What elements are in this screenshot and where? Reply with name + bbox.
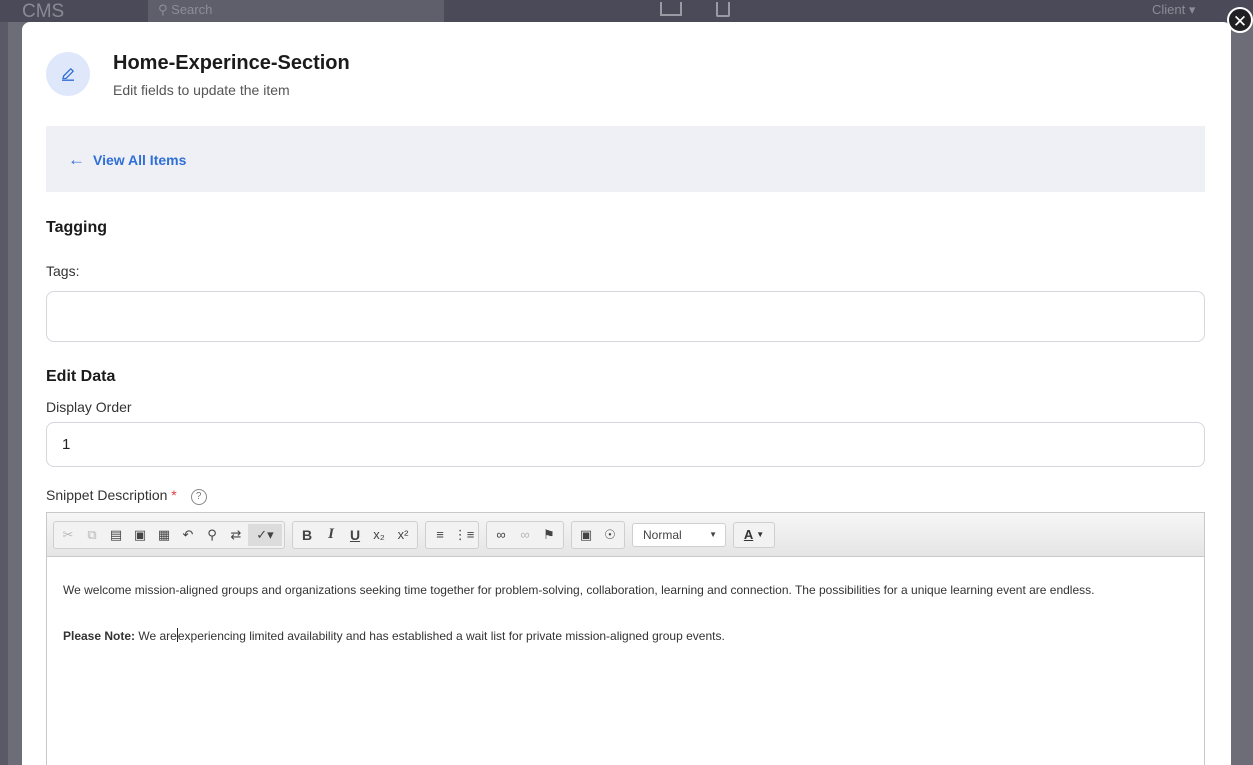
arrow-left-icon: ← bbox=[68, 150, 85, 169]
modal-subtitle: Edit fields to update the item bbox=[113, 82, 290, 98]
bulleted-list-icon[interactable]: ⋮≡ bbox=[452, 524, 476, 546]
back-nav-bar: ← View All Items bbox=[46, 126, 1205, 192]
background-search-placeholder: Search bbox=[171, 2, 213, 17]
mobile-icon bbox=[716, 2, 730, 17]
spellcheck-icon[interactable]: ✓▾ bbox=[248, 523, 282, 546]
replace-icon[interactable]: ⇄ bbox=[224, 524, 248, 546]
help-icon[interactable]: ? bbox=[190, 489, 207, 505]
find-icon[interactable]: ⚲ bbox=[200, 524, 224, 546]
editor-toolbar: ✂ ⧉ ▤ ▣ ▦ ↶ ⚲ ⇄ ✓▾ B I U x₂ x² ≡ ⋮≡ ∞ ∞ … bbox=[47, 513, 1204, 557]
edit-pencil-icon bbox=[46, 52, 90, 96]
toolbar-group-clipboard: ✂ ⧉ ▤ ▣ ▦ ↶ ⚲ ⇄ ✓▾ bbox=[53, 520, 285, 549]
tags-label: Tags: bbox=[46, 263, 80, 279]
superscript-icon[interactable]: x² bbox=[391, 524, 415, 546]
chevron-down-icon: ▼ bbox=[756, 530, 765, 539]
numbered-list-icon[interactable]: ≡ bbox=[428, 524, 452, 546]
paste-word-icon[interactable]: ▦ bbox=[152, 524, 176, 546]
link-icon[interactable]: ∞ bbox=[489, 524, 513, 546]
toolbar-group-insert: ▣ ☉ bbox=[571, 520, 625, 549]
edit-data-heading: Edit Data bbox=[46, 368, 116, 385]
note-text-start: We are bbox=[138, 629, 177, 643]
editor-content[interactable]: We welcome mission-aligned groups and or… bbox=[47, 557, 1204, 646]
display-order-label: Display Order bbox=[46, 399, 132, 415]
undo-icon[interactable]: ↶ bbox=[176, 524, 200, 546]
image-icon[interactable]: ▣ bbox=[574, 524, 598, 546]
edit-item-modal: Home-Experince-Section Edit fields to up… bbox=[22, 22, 1231, 765]
note-text-end: experiencing limited availability and ha… bbox=[177, 629, 725, 643]
format-select-value: Normal bbox=[643, 527, 682, 542]
note-label: Please Note: bbox=[63, 629, 136, 643]
format-select[interactable]: Normal ▼ bbox=[632, 522, 726, 547]
tags-input[interactable] bbox=[46, 291, 1205, 342]
copy-icon[interactable]: ⧉ bbox=[80, 524, 104, 546]
paste-text-icon[interactable]: ▣ bbox=[128, 524, 152, 546]
background-logo: CMS bbox=[22, 1, 65, 22]
italic-icon[interactable]: I bbox=[319, 524, 343, 546]
chevron-down-icon: ▼ bbox=[709, 530, 717, 539]
modal-title: Home-Experince-Section bbox=[113, 52, 350, 74]
toolbar-group-links: ∞ ∞ ⚑ bbox=[486, 520, 564, 549]
unlink-icon[interactable]: ∞ bbox=[513, 524, 537, 546]
snippet-description-label: Snippet Description * ? bbox=[46, 487, 207, 505]
subscript-icon[interactable]: x₂ bbox=[367, 524, 391, 546]
anchor-flag-icon[interactable]: ⚑ bbox=[537, 524, 561, 546]
required-marker: * bbox=[171, 487, 177, 503]
background-user-menu: Client ▾ bbox=[1152, 2, 1196, 17]
cut-icon[interactable]: ✂ bbox=[56, 524, 80, 546]
underline-icon[interactable]: U bbox=[343, 524, 367, 546]
close-button[interactable]: ✕ bbox=[1227, 7, 1253, 33]
paste-icon[interactable]: ▤ bbox=[104, 524, 128, 546]
bold-icon[interactable]: B bbox=[295, 524, 319, 546]
view-all-items-link[interactable]: ← View All Items bbox=[68, 150, 187, 169]
editor-paragraph-1: We welcome mission-aligned groups and or… bbox=[63, 583, 1095, 597]
text-color-button[interactable]: A ▼ bbox=[733, 521, 775, 548]
editor-paragraph-2: Please Note: We areexperiencing limited … bbox=[63, 627, 1174, 646]
background-app-header: CMS ⚲ Search Client ▾ bbox=[0, 0, 1253, 22]
tagging-heading: Tagging bbox=[46, 219, 108, 236]
background-search: ⚲ Search bbox=[148, 0, 444, 22]
toolbar-group-style: B I U x₂ x² bbox=[292, 520, 418, 549]
background-sidebar-strip bbox=[0, 22, 8, 765]
rich-text-editor[interactable]: ✂ ⧉ ▤ ▣ ▦ ↶ ⚲ ⇄ ✓▾ B I U x₂ x² ≡ ⋮≡ ∞ ∞ … bbox=[46, 512, 1205, 765]
view-all-items-label: View All Items bbox=[93, 152, 187, 168]
globe-icon[interactable]: ☉ bbox=[598, 524, 622, 546]
display-order-input[interactable] bbox=[46, 422, 1205, 467]
desktop-icon bbox=[660, 2, 682, 16]
text-color-label: A bbox=[743, 527, 754, 542]
search-icon: ⚲ bbox=[158, 2, 168, 17]
toolbar-group-lists: ≡ ⋮≡ bbox=[425, 520, 479, 549]
